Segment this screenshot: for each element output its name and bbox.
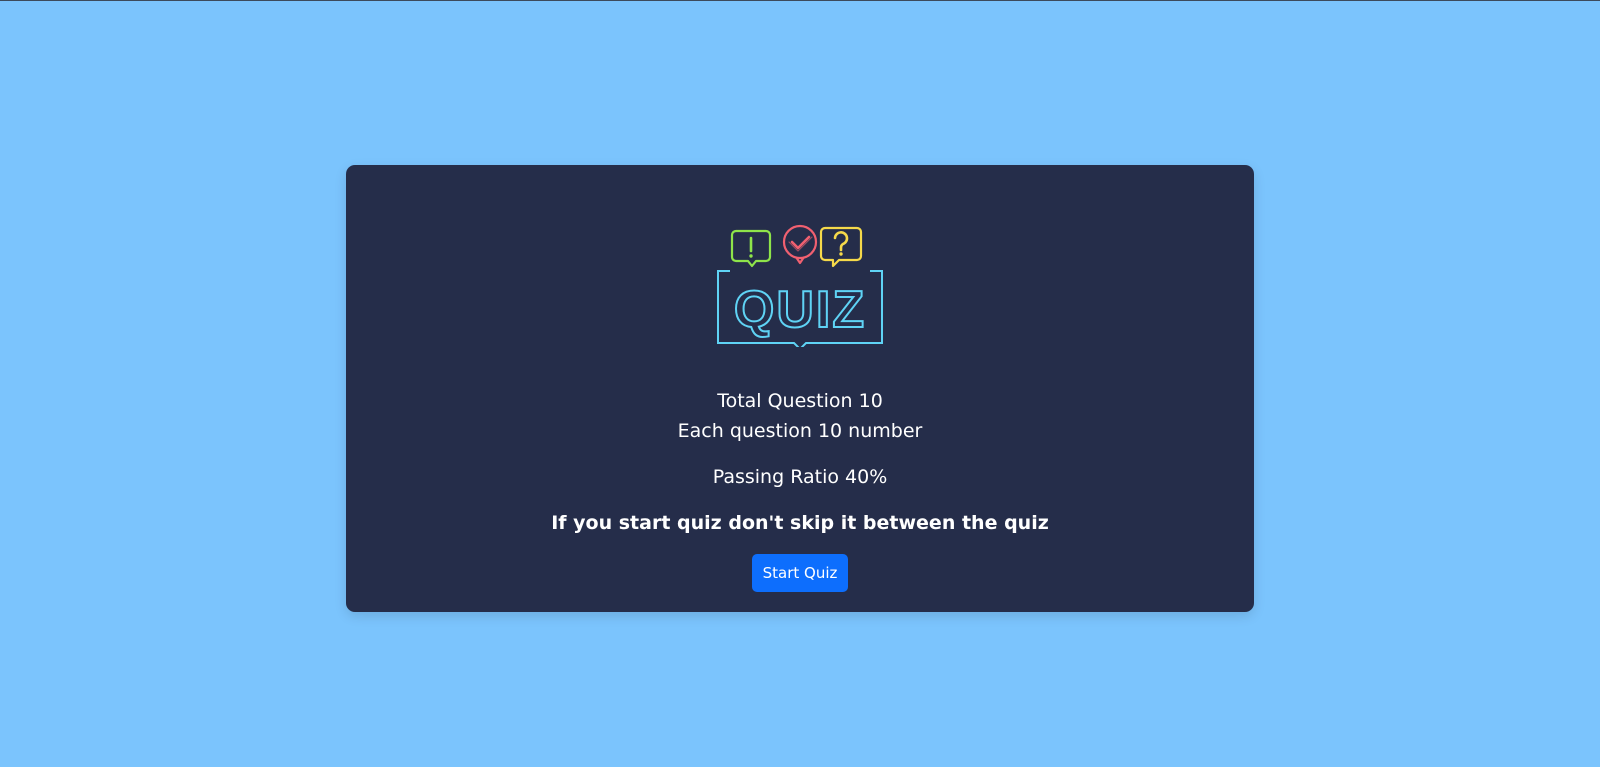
quiz-intro-card: QUIZ Total Question 10 Each question 10 …	[346, 165, 1254, 612]
check-bubble-icon	[782, 224, 818, 265]
passing-ratio-text: Passing Ratio 40%	[712, 466, 888, 488]
start-quiz-button[interactable]: Start Quiz	[752, 554, 848, 592]
points-per-question-text: Each question 10 number	[677, 420, 923, 442]
total-questions-text: Total Question 10	[717, 390, 883, 412]
skip-warning-text: If you start quiz don't skip it between …	[551, 512, 1049, 534]
quiz-logo-text: QUIZ	[734, 281, 866, 339]
quiz-logo: QUIZ	[717, 224, 883, 347]
question-bubble-icon	[819, 226, 863, 268]
exclamation-bubble-icon	[730, 229, 772, 268]
